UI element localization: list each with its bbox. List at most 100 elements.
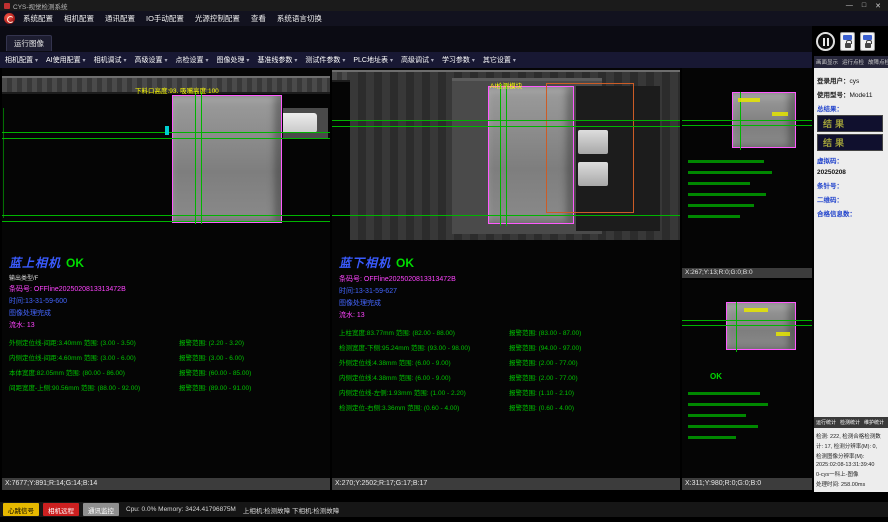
camera-result-row: 蓝下相机OK bbox=[339, 254, 679, 272]
toolbar-item[interactable]: 高级调试 ▾ bbox=[401, 55, 434, 65]
pixel-readout: X:270;Y:2502;R:17;G:17;B:17 bbox=[332, 478, 680, 490]
close-button[interactable]: ✕ bbox=[875, 2, 881, 10]
camera-name: 蓝上相机 bbox=[9, 256, 61, 270]
measurement-warn-range: 报警范围: (2.00 - 77.00) bbox=[509, 372, 578, 382]
measurement-row: 内侧定位线-左侧:1.93mm 范围: (1.00 - 2.20)报警范围: (… bbox=[339, 387, 679, 397]
tab-run-image[interactable]: 运行图像 bbox=[6, 35, 52, 51]
result-box: 结果 bbox=[817, 134, 883, 151]
stats-line: 检测: 222, 检测合格检测数 bbox=[816, 432, 886, 440]
maximize-button[interactable]: □ bbox=[862, 2, 866, 10]
toolbar-item[interactable]: 其它设置 ▾ bbox=[483, 55, 516, 65]
measurement-warn-range: 报警范围: (3.00 - 6.00) bbox=[179, 352, 244, 362]
measurement-row: 外侧定位线-间距:3.40mm 范围: (3.00 - 3.50)报警范围: (… bbox=[9, 337, 329, 347]
result-ok: OK bbox=[710, 372, 722, 381]
process-status-text: 图像处理完成 bbox=[9, 308, 329, 318]
measurement-value: 内侧定位线-左侧:1.93mm 范围: (1.00 - 2.20) bbox=[339, 387, 509, 397]
login-user-label: 登录用户： bbox=[817, 78, 850, 85]
toolbar-item[interactable]: 相机调试 ▾ bbox=[94, 55, 127, 65]
result-box: 结果 bbox=[817, 115, 883, 132]
measurement-warn-range: 报警范围: (89.00 - 91.00) bbox=[179, 382, 251, 392]
minimize-button[interactable]: — bbox=[846, 2, 853, 10]
toolbar-item[interactable]: 图像处理 ▾ bbox=[216, 55, 249, 65]
virtual-code-value: 20250208 bbox=[817, 169, 846, 176]
menu-item[interactable]: 系统配置 bbox=[23, 13, 53, 24]
toolbar-item-label: 相机配置 bbox=[5, 57, 33, 64]
total-result-label: 总结果： bbox=[817, 106, 843, 113]
pin-label: 条针号： bbox=[817, 183, 843, 190]
toolbar-item[interactable]: 高级设置 ▾ bbox=[135, 55, 168, 65]
toolbar-item-label: 点检设置 bbox=[176, 57, 204, 64]
connector-part bbox=[283, 113, 317, 133]
sidebar-mini-tabs: 画面显示运行点检故障点检 bbox=[814, 56, 888, 68]
toolbar-item[interactable]: 相机配置 ▾ bbox=[5, 55, 38, 65]
chevron-down-icon: ▾ bbox=[205, 58, 208, 64]
menu-item[interactable]: IO手动配置 bbox=[146, 13, 184, 24]
measurement-row: 检测定位-右侧:3.36mm 范围: (0.60 - 4.00)报警范围: (0… bbox=[339, 402, 679, 412]
toolbar-item[interactable]: PLC地址表 ▾ bbox=[353, 55, 393, 65]
measurement-warn-range: 报警范围: (94.00 - 97.00) bbox=[509, 342, 581, 352]
menu-items: 系统配置相机配置通讯配置 IO手动配置光源控制配置查看系统语言切换 bbox=[23, 13, 322, 24]
measurement-row: 本体宽度:82.05mm 范围: (80.00 - 86.00)报警范围: (6… bbox=[9, 367, 329, 377]
sidebar-mini-tab[interactable]: 运行点检 bbox=[842, 58, 864, 66]
menu-item[interactable]: 系统语言切换 bbox=[277, 13, 322, 24]
count-label: 合格信息数： bbox=[817, 211, 856, 218]
toolbar-item[interactable]: 学习参数 ▾ bbox=[442, 55, 475, 65]
status-bar: 心跳信号相机远程通讯监控 Cpu: 0.0% Memory: 3424.4179… bbox=[0, 502, 888, 517]
chevron-down-icon: ▾ bbox=[83, 58, 86, 64]
chevron-down-icon: ▾ bbox=[294, 58, 297, 64]
measurement-row: 内侧定位线:4.38mm 范围: (6.00 - 9.00)报警范围: (2.0… bbox=[339, 372, 679, 382]
keyboard-lock-button[interactable] bbox=[840, 32, 855, 51]
toolbar-item-label: 高级调试 bbox=[401, 57, 429, 64]
height-annotation: 下料口高度:93. 吸嘴高度:100 bbox=[135, 85, 219, 95]
camera-view-bottom[interactable]: AI检测模块 蓝下相机OK 条码号: OFFline20250208133134… bbox=[332, 68, 680, 490]
window-controls: — □ ✕ bbox=[846, 2, 884, 10]
menu-item[interactable]: 光源控制配置 bbox=[195, 13, 240, 24]
toolbar-item[interactable]: 测试件参数 ▾ bbox=[305, 55, 345, 65]
menu-item[interactable]: 相机配置 bbox=[64, 13, 94, 24]
sidebar-mini-tab[interactable]: 画面显示 bbox=[816, 58, 838, 66]
status-badges: 心跳信号相机远程通讯监控 bbox=[3, 503, 119, 516]
toolbar-item[interactable]: 点检设置 ▾ bbox=[176, 55, 209, 65]
measurement-row: 检测宽度-下侧:95.24mm 范围: (93.00 - 98.00)报警范围:… bbox=[339, 342, 679, 352]
title-bar: CYS-视觉检测系统 — □ ✕ bbox=[0, 0, 888, 11]
process-status-text: 图像处理完成 bbox=[339, 298, 679, 308]
measurement-value: 检测宽度-下侧:95.24mm 范围: (93.00 - 98.00) bbox=[339, 342, 509, 352]
menu-item[interactable]: 查看 bbox=[251, 13, 266, 24]
qr-label: 二维码： bbox=[817, 197, 843, 204]
app-window: CYS-视觉检测系统 — □ ✕ 系统配置相机配置通讯配置IO手动配置光源控制配… bbox=[0, 0, 888, 522]
stats-header-item[interactable]: 检测统计 bbox=[840, 419, 860, 426]
sidebar-mini-tab[interactable]: 故障点检 bbox=[868, 58, 888, 66]
measurement-row: 上柱宽度:83.77mm 范围: (82.00 - 88.00)报警范围: (8… bbox=[339, 327, 679, 337]
status-badge: 通讯监控 bbox=[83, 503, 119, 516]
camera-thumb-top[interactable]: X:267;Y:13;R:0;G:0;B:0 bbox=[682, 68, 812, 278]
menu-item[interactable]: 通讯配置 bbox=[105, 13, 135, 24]
left-camera-overlay: 蓝上相机OK 输出类型/F 条码号: OFFline20250208133134… bbox=[9, 254, 329, 392]
pixel-readout: X:311;Y:980;R:0;G:0;B:0 bbox=[682, 478, 812, 490]
ai-annotation: AI检测模块 bbox=[490, 80, 522, 90]
window-title: CYS-视觉检测系统 bbox=[13, 1, 846, 11]
stats-line: 0-cys一科上-图像 bbox=[816, 470, 886, 478]
header-buttons bbox=[812, 26, 888, 51]
app-icon bbox=[4, 3, 10, 9]
pause-button[interactable] bbox=[816, 32, 835, 51]
pause-icon bbox=[823, 38, 825, 46]
camera-thumb-bottom[interactable]: OK X:311;Y:980;R:0;G:0;B:0 bbox=[682, 280, 812, 490]
camera-view-top[interactable]: 下料口高度:93. 吸嘴高度:100 蓝上相机OK 输出类型/F 条码号: OF… bbox=[2, 68, 330, 490]
chevron-down-icon: ▾ bbox=[431, 58, 434, 64]
cpu-memory-text: Cpu: 0.0% Memory: 3424.41796875M bbox=[126, 506, 236, 513]
measurement-warn-range: 报警范围: (83.00 - 87.00) bbox=[509, 327, 581, 337]
measurement-row: 外侧定位线:4.38mm 范围: (6.00 - 9.00)报警范围: (2.0… bbox=[339, 357, 679, 367]
toolbar-item[interactable]: 基准线参数 ▾ bbox=[257, 55, 297, 65]
screen-lock-button[interactable] bbox=[860, 32, 875, 51]
model-label: 使用型号： bbox=[817, 92, 850, 99]
stats-header-item[interactable]: 运行统计 bbox=[816, 419, 836, 426]
stats-header-item[interactable]: 维护统计 bbox=[864, 419, 884, 426]
measurement-value: 内侧定位线:4.38mm 范围: (6.00 - 9.00) bbox=[339, 372, 509, 382]
result-ok: OK bbox=[66, 256, 84, 270]
model-value: Mode11 bbox=[850, 92, 873, 99]
toolbar-item-label: 基准线参数 bbox=[257, 57, 292, 64]
serial-text: 流水: 13 bbox=[9, 320, 329, 330]
login-user-value: cys bbox=[850, 78, 860, 85]
toolbar-item[interactable]: AI使用配置 ▾ bbox=[46, 55, 86, 65]
tab-strip: 运行图像 bbox=[0, 26, 812, 52]
